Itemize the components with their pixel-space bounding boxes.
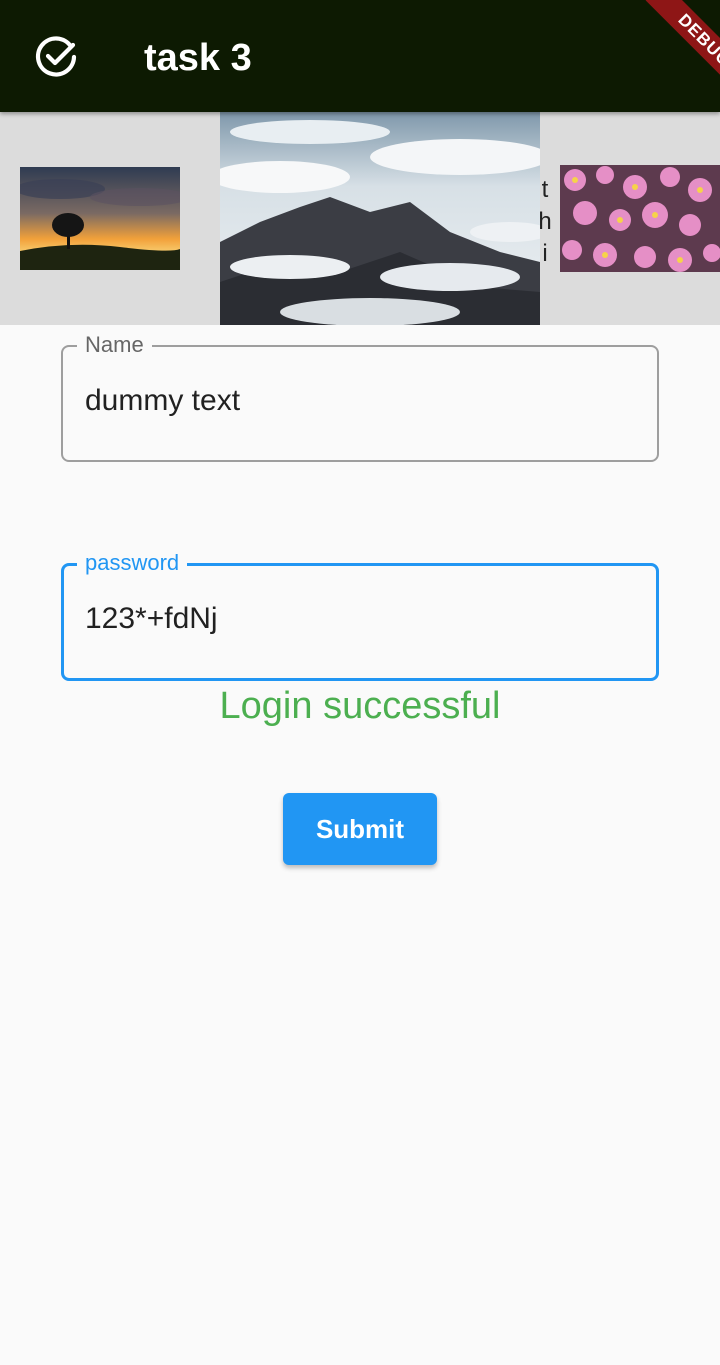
name-field-value[interactable]: dummy text	[85, 383, 240, 419]
password-field-value[interactable]: 123*+fdNj	[85, 601, 218, 637]
vertical-char: i	[542, 240, 548, 267]
app-bar: task 3 DEBUG	[0, 0, 720, 112]
submit-button[interactable]: Submit	[283, 793, 437, 865]
cloudy-mountain-image	[220, 112, 540, 325]
name-field[interactable]: Name dummy text	[61, 332, 659, 462]
debug-banner: DEBUG	[645, 0, 720, 100]
password-field-label: password	[77, 550, 188, 576]
name-field-label: Name	[77, 332, 152, 358]
app-title: task 3	[144, 37, 252, 79]
check-circle-icon[interactable]	[34, 35, 78, 79]
login-status-message: Login successful	[219, 685, 501, 727]
vertical-text: t h i	[538, 174, 552, 270]
image-carousel[interactable]: t h i	[0, 112, 720, 325]
vertical-char: h	[538, 208, 552, 235]
password-field[interactable]: password 123*+fdNj	[61, 550, 659, 681]
vertical-char: t	[541, 176, 549, 203]
sunset-tree-image	[20, 167, 180, 270]
pink-flowers-image	[560, 165, 720, 272]
